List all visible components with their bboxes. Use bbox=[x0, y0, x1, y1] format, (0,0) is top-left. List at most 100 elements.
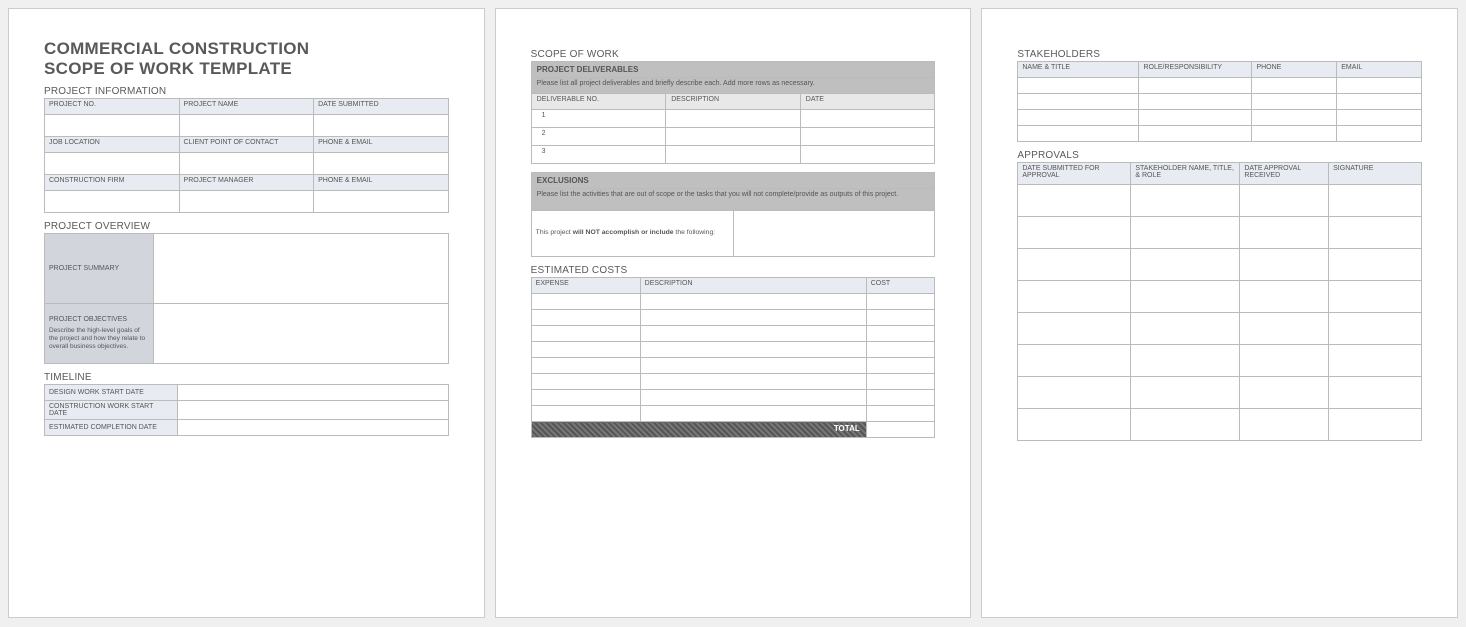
cell[interactable] bbox=[1018, 78, 1139, 94]
cell[interactable] bbox=[314, 115, 449, 137]
cell[interactable] bbox=[866, 326, 935, 342]
cell[interactable] bbox=[531, 374, 640, 390]
cell[interactable] bbox=[1018, 377, 1131, 409]
cell[interactable] bbox=[531, 326, 640, 342]
cell[interactable] bbox=[1131, 185, 1240, 217]
cell[interactable] bbox=[1131, 409, 1240, 441]
cell[interactable] bbox=[531, 390, 640, 406]
cell[interactable] bbox=[45, 191, 180, 213]
cell[interactable] bbox=[640, 406, 866, 422]
cell[interactable] bbox=[640, 294, 866, 310]
cell[interactable] bbox=[531, 406, 640, 422]
approvals-heading: APPROVALS bbox=[1017, 150, 1422, 161]
cell[interactable] bbox=[1018, 249, 1131, 281]
cell[interactable] bbox=[1252, 94, 1337, 110]
cell[interactable] bbox=[640, 310, 866, 326]
cell[interactable] bbox=[1139, 110, 1252, 126]
cell[interactable] bbox=[1329, 377, 1422, 409]
cell[interactable] bbox=[640, 390, 866, 406]
cell[interactable] bbox=[1337, 110, 1422, 126]
cell[interactable] bbox=[1329, 249, 1422, 281]
cell[interactable] bbox=[640, 326, 866, 342]
deliv-row[interactable]: 3 bbox=[531, 146, 666, 164]
cell[interactable] bbox=[866, 374, 935, 390]
objectives-value[interactable] bbox=[153, 304, 448, 364]
cell[interactable] bbox=[1131, 377, 1240, 409]
cell[interactable] bbox=[1018, 313, 1131, 345]
cell[interactable] bbox=[179, 153, 314, 175]
cell[interactable] bbox=[1131, 281, 1240, 313]
cell[interactable] bbox=[666, 128, 801, 146]
cell[interactable] bbox=[1240, 313, 1329, 345]
cell[interactable] bbox=[1018, 94, 1139, 110]
deliv-row[interactable]: 1 bbox=[531, 110, 666, 128]
cell[interactable] bbox=[1018, 409, 1131, 441]
cell[interactable] bbox=[640, 342, 866, 358]
deliv-row[interactable]: 2 bbox=[531, 128, 666, 146]
cell[interactable] bbox=[178, 420, 448, 436]
cell[interactable] bbox=[866, 342, 935, 358]
cell[interactable] bbox=[866, 358, 935, 374]
cell[interactable] bbox=[179, 191, 314, 213]
cell[interactable] bbox=[1240, 377, 1329, 409]
cell[interactable] bbox=[1240, 185, 1329, 217]
excl-value[interactable] bbox=[733, 211, 935, 257]
cell[interactable] bbox=[1131, 249, 1240, 281]
summary-value[interactable] bbox=[153, 234, 448, 304]
cell[interactable] bbox=[1240, 281, 1329, 313]
cell[interactable] bbox=[1240, 217, 1329, 249]
cell[interactable] bbox=[1018, 281, 1131, 313]
cell[interactable] bbox=[666, 146, 801, 164]
cell[interactable] bbox=[531, 342, 640, 358]
cell[interactable] bbox=[178, 385, 448, 401]
cell[interactable] bbox=[1329, 217, 1422, 249]
cell[interactable] bbox=[1018, 185, 1131, 217]
cell[interactable] bbox=[1240, 409, 1329, 441]
cell[interactable] bbox=[531, 294, 640, 310]
cell[interactable] bbox=[1131, 313, 1240, 345]
cell[interactable] bbox=[866, 390, 935, 406]
cell[interactable] bbox=[531, 310, 640, 326]
cell[interactable] bbox=[1018, 217, 1131, 249]
cell[interactable] bbox=[800, 146, 935, 164]
cell[interactable] bbox=[1252, 78, 1337, 94]
cell[interactable] bbox=[800, 110, 935, 128]
cell[interactable] bbox=[1337, 126, 1422, 142]
cell[interactable] bbox=[1018, 345, 1131, 377]
cell[interactable] bbox=[1240, 249, 1329, 281]
th-project-manager: PROJECT MANAGER bbox=[179, 175, 314, 191]
cell[interactable] bbox=[1240, 345, 1329, 377]
cell[interactable] bbox=[45, 115, 180, 137]
cell[interactable] bbox=[45, 153, 180, 175]
cell[interactable] bbox=[1329, 185, 1422, 217]
cell[interactable] bbox=[1252, 126, 1337, 142]
cell[interactable] bbox=[179, 115, 314, 137]
cell[interactable] bbox=[1018, 110, 1139, 126]
cell[interactable] bbox=[1131, 217, 1240, 249]
cell[interactable] bbox=[1139, 78, 1252, 94]
cell[interactable] bbox=[1337, 94, 1422, 110]
total-value[interactable] bbox=[866, 422, 935, 438]
cell[interactable] bbox=[640, 374, 866, 390]
cell[interactable] bbox=[1018, 126, 1139, 142]
cell[interactable] bbox=[1329, 409, 1422, 441]
total-label: TOTAL bbox=[531, 422, 866, 438]
cell[interactable] bbox=[1139, 94, 1252, 110]
cell[interactable] bbox=[866, 294, 935, 310]
cell[interactable] bbox=[314, 153, 449, 175]
cell[interactable] bbox=[866, 310, 935, 326]
cell[interactable] bbox=[531, 358, 640, 374]
cell[interactable] bbox=[1329, 313, 1422, 345]
cell[interactable] bbox=[666, 110, 801, 128]
cell[interactable] bbox=[314, 191, 449, 213]
cell[interactable] bbox=[800, 128, 935, 146]
cell[interactable] bbox=[1329, 281, 1422, 313]
cell[interactable] bbox=[1131, 345, 1240, 377]
cell[interactable] bbox=[1329, 345, 1422, 377]
cell[interactable] bbox=[866, 406, 935, 422]
cell[interactable] bbox=[1252, 110, 1337, 126]
cell[interactable] bbox=[178, 401, 448, 420]
cell[interactable] bbox=[1139, 126, 1252, 142]
cell[interactable] bbox=[1337, 78, 1422, 94]
cell[interactable] bbox=[640, 358, 866, 374]
